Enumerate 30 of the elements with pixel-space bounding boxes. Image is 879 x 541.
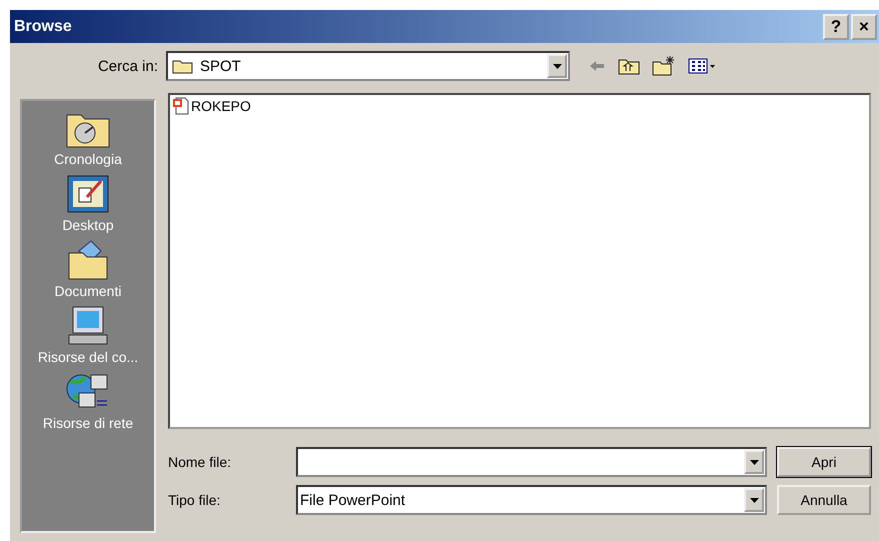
help-button[interactable]: ? bbox=[823, 14, 849, 40]
caret-icon bbox=[552, 64, 562, 68]
file-name-field[interactable] bbox=[296, 447, 767, 477]
view-menu-icon[interactable] bbox=[688, 58, 716, 74]
new-folder-icon[interactable] bbox=[652, 56, 676, 76]
file-item[interactable]: ROKEPO bbox=[172, 97, 251, 115]
look-in-label: Cerca in: bbox=[96, 58, 159, 74]
close-button[interactable]: × bbox=[851, 14, 877, 40]
dropdown-button[interactable] bbox=[547, 54, 567, 78]
window-title: Browse bbox=[14, 18, 72, 36]
cancel-button[interactable]: Annulla bbox=[777, 485, 871, 515]
up-folder-icon[interactable] bbox=[618, 57, 640, 75]
places-item[interactable]: Risorse di rete bbox=[42, 371, 134, 431]
file-type-dropdown[interactable]: File PowerPoint bbox=[296, 485, 767, 515]
folder-icon bbox=[172, 58, 194, 74]
file-type-label: Tipo file: bbox=[168, 492, 222, 508]
presentation-file-icon bbox=[172, 97, 189, 115]
places-item[interactable]: Cronologia bbox=[54, 107, 122, 167]
dropdown-button[interactable] bbox=[744, 450, 764, 474]
file-name-label: Nome file: bbox=[168, 454, 232, 470]
dropdown-button[interactable] bbox=[744, 488, 764, 512]
places-item[interactable]: Desktop bbox=[62, 173, 114, 233]
desktop-icon bbox=[64, 173, 111, 215]
caret-icon bbox=[750, 498, 758, 502]
open-button[interactable]: Apri bbox=[777, 447, 871, 477]
caret-icon bbox=[750, 460, 758, 464]
places-item[interactable]: Risorse del co... bbox=[38, 305, 138, 365]
look-in-dropdown[interactable]: SPOT bbox=[166, 51, 570, 81]
file-type-value: File PowerPoint bbox=[299, 492, 406, 508]
places-item[interactable]: Documenti bbox=[54, 239, 122, 299]
